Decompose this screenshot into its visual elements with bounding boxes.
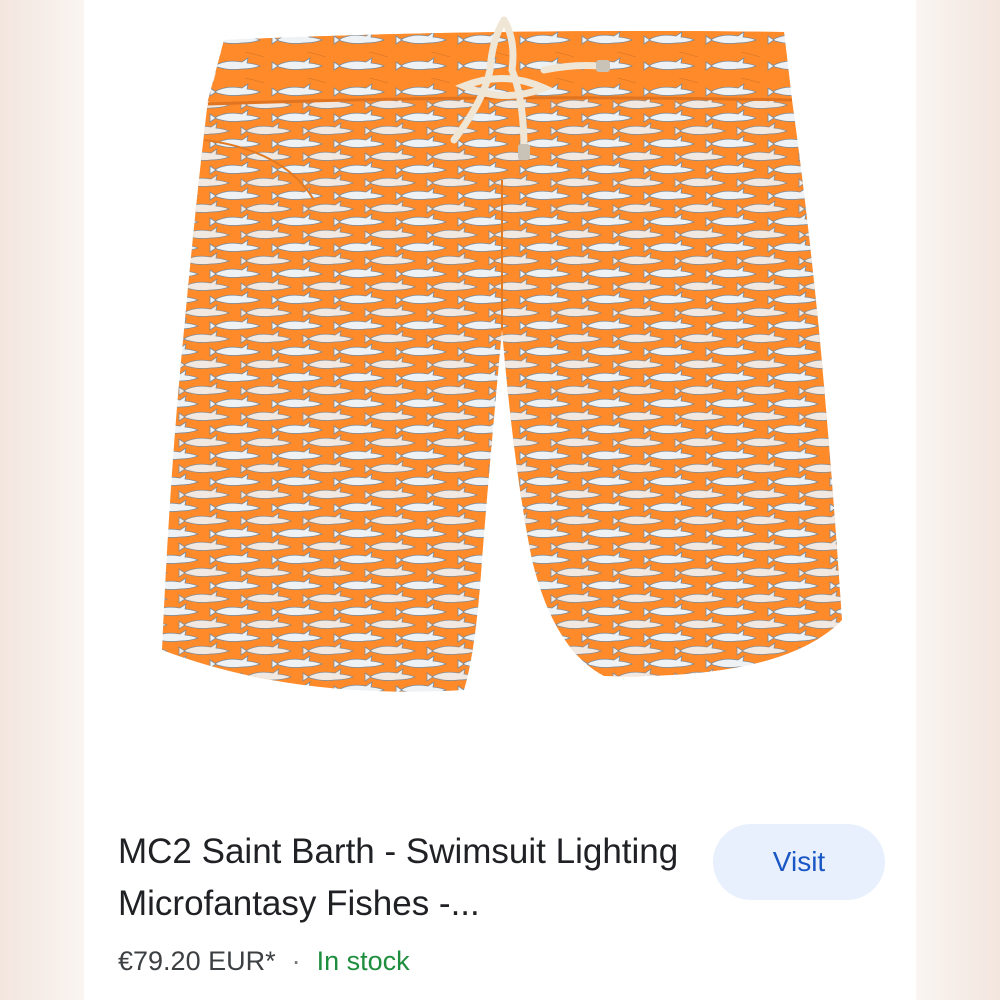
left-backdrop (0, 0, 90, 1000)
product-card[interactable]: MC2 Saint Barth - Swimsuit Lighting Micr… (84, 0, 916, 1000)
price: €79.20 EUR* (118, 946, 276, 976)
price-stock-row: €79.20 EUR* · In stock (118, 946, 410, 977)
right-backdrop (910, 0, 1000, 1000)
product-title[interactable]: MC2 Saint Barth - Swimsuit Lighting Micr… (118, 826, 698, 930)
stock-status: In stock (316, 946, 410, 976)
product-image[interactable] (84, 0, 916, 780)
separator-dot: · (291, 946, 301, 976)
visit-button[interactable]: Visit (713, 824, 885, 900)
